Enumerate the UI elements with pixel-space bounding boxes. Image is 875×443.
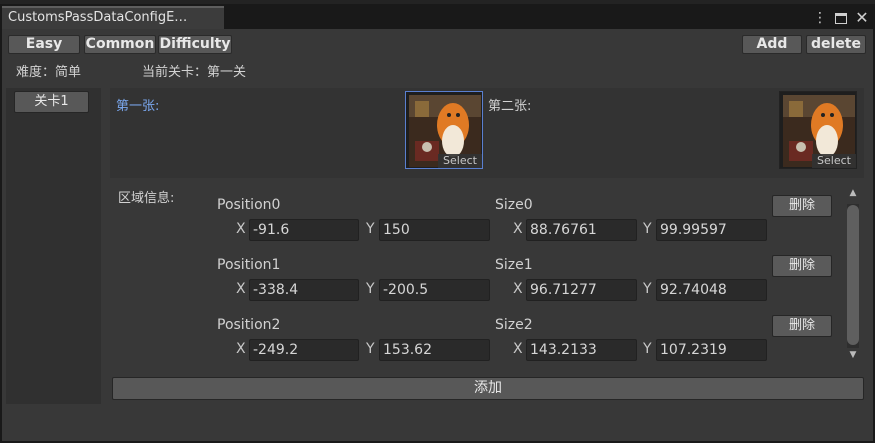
y-label: Y xyxy=(366,281,375,297)
size-y-field[interactable]: 99.99597 xyxy=(656,219,767,241)
y-label: Y xyxy=(366,221,375,237)
size-y-field[interactable]: 107.2319 xyxy=(656,339,767,361)
size-y-field[interactable]: 92.74048 xyxy=(656,279,767,301)
region-info-label: 区域信息: xyxy=(118,191,175,206)
second-image-picker[interactable]: Select xyxy=(779,91,857,169)
second-image-label: 第二张: xyxy=(488,99,532,114)
x-label: X xyxy=(513,221,523,237)
editor-window: Easy Common Difficulty Add delete 难度：简单 … xyxy=(2,29,873,441)
position-x-field[interactable]: -338.4 xyxy=(249,279,359,301)
x-label: X xyxy=(513,281,523,297)
y-label: Y xyxy=(366,341,375,357)
y-label: Y xyxy=(643,281,652,297)
size-x-field[interactable]: 143.2133 xyxy=(526,339,637,361)
position-y-field[interactable]: -200.5 xyxy=(379,279,490,301)
scroll-down-arrow-icon[interactable]: ▼ xyxy=(847,350,859,362)
window-tab[interactable]: CustomsPassDataConfigE… xyxy=(2,6,224,29)
level-button-1[interactable]: 关卡1 xyxy=(14,91,89,113)
x-label: X xyxy=(236,281,246,297)
delete-region-button[interactable]: 删除 xyxy=(772,195,832,217)
size-label: Size1 xyxy=(495,257,533,273)
delete-region-button[interactable]: 删除 xyxy=(772,315,832,337)
position-label: Position2 xyxy=(217,317,281,333)
position-x-field[interactable]: -91.6 xyxy=(249,219,359,241)
add-button[interactable]: Add xyxy=(742,35,802,54)
add-region-button[interactable]: 添加 xyxy=(112,377,864,400)
position-label: Position0 xyxy=(217,197,281,213)
current-level-label: 当前关卡：第一关 xyxy=(142,65,247,80)
first-image-label: 第一张: xyxy=(116,99,160,114)
difficulty-button[interactable]: Difficulty xyxy=(158,35,232,54)
scrollbar-thumb[interactable] xyxy=(847,205,859,345)
window-controls: ⋮ ✕ xyxy=(813,8,869,28)
maximize-icon[interactable] xyxy=(835,12,847,24)
size-x-field[interactable]: 88.76761 xyxy=(526,219,637,241)
y-label: Y xyxy=(643,221,652,237)
image-panel: 第一张: Select 第二张: Select xyxy=(110,88,864,178)
size-label: Size0 xyxy=(495,197,533,213)
x-label: X xyxy=(236,341,246,357)
x-label: X xyxy=(236,221,246,237)
y-label: Y xyxy=(643,341,652,357)
select-tag[interactable]: Select xyxy=(812,154,856,168)
size-label: Size2 xyxy=(495,317,533,333)
close-icon[interactable]: ✕ xyxy=(855,10,869,26)
difficulty-label: 难度：简单 xyxy=(16,65,82,80)
position-label: Position1 xyxy=(217,257,281,273)
x-label: X xyxy=(513,341,523,357)
level-sidebar: 关卡1 xyxy=(6,88,101,404)
delete-button[interactable]: delete xyxy=(806,35,866,54)
scroll-up-arrow-icon[interactable]: ▲ xyxy=(847,188,859,200)
kebab-menu-icon[interactable]: ⋮ xyxy=(813,11,827,25)
position-y-field[interactable]: 150 xyxy=(379,219,490,241)
size-x-field[interactable]: 96.71277 xyxy=(526,279,637,301)
tab-bar: CustomsPassDataConfigE… ⋮ ✕ xyxy=(0,4,875,29)
common-button[interactable]: Common xyxy=(84,35,156,54)
position-y-field[interactable]: 153.62 xyxy=(379,339,490,361)
delete-region-button[interactable]: 删除 xyxy=(772,255,832,277)
easy-button[interactable]: Easy xyxy=(8,35,80,54)
position-x-field[interactable]: -249.2 xyxy=(249,339,359,361)
first-image-picker[interactable]: Select xyxy=(405,91,483,169)
select-tag[interactable]: Select xyxy=(438,154,482,168)
